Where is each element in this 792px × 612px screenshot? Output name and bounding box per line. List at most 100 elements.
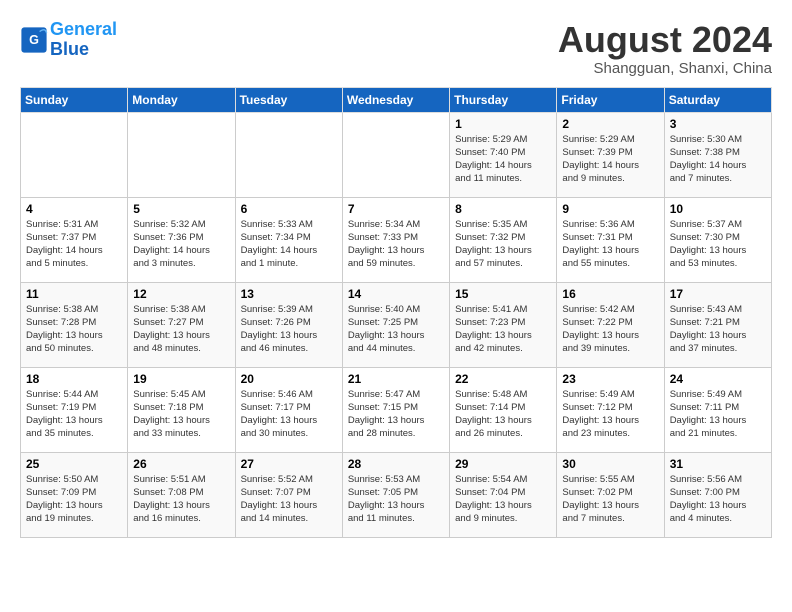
calendar-cell: 17 Sunrise: 5:43 AM Sunset: 7:21 PM Dayli… [664, 282, 771, 367]
logo-line2: Blue [50, 39, 89, 59]
day-info: Sunrise: 5:32 AM Sunset: 7:36 PM Dayligh… [133, 218, 229, 271]
calendar-cell: 21 Sunrise: 5:47 AM Sunset: 7:15 PM Dayli… [342, 367, 449, 452]
day-info: Sunrise: 5:37 AM Sunset: 7:30 PM Dayligh… [670, 218, 766, 271]
calendar-cell: 28Sunrise: 5:53 AM Sunset: 7:05 PM Dayli… [342, 452, 449, 537]
day-number: 26 [133, 457, 229, 471]
day-info: Sunrise: 5:43 AM Sunset: 7:21 PM Dayligh… [670, 303, 766, 356]
logo-line1: General [50, 19, 117, 39]
day-number: 31 [670, 457, 766, 471]
calendar-cell: 2 Sunrise: 5:29 AM Sunset: 7:39 PM Daylig… [557, 112, 664, 197]
day-info: Sunrise: 5:29 AM Sunset: 7:39 PM Dayligh… [562, 133, 658, 186]
day-info: Sunrise: 5:42 AM Sunset: 7:22 PM Dayligh… [562, 303, 658, 356]
day-info: Sunrise: 5:53 AM Sunset: 7:05 PM Dayligh… [348, 473, 444, 526]
title-area: August 2024 Shangguan, Shanxi, China [558, 20, 772, 77]
week-row-1: 1 Sunrise: 5:29 AM Sunset: 7:40 PM Daylig… [21, 112, 772, 197]
calendar-cell [21, 112, 128, 197]
logo-icon: G [20, 26, 48, 54]
day-number: 29 [455, 457, 551, 471]
day-number: 24 [670, 372, 766, 386]
day-number: 10 [670, 202, 766, 216]
calendar-cell: 31 Sunrise: 5:56 AM Sunset: 7:00 PM Dayli… [664, 452, 771, 537]
day-info: Sunrise: 5:48 AM Sunset: 7:14 PM Dayligh… [455, 388, 551, 441]
calendar-cell: 3Sunrise: 5:30 AM Sunset: 7:38 PM Daylig… [664, 112, 771, 197]
day-number: 1 [455, 117, 551, 131]
day-info: Sunrise: 5:54 AM Sunset: 7:04 PM Dayligh… [455, 473, 551, 526]
day-number: 22 [455, 372, 551, 386]
weekday-header-tuesday: Tuesday [235, 87, 342, 112]
calendar-cell [342, 112, 449, 197]
day-number: 30 [562, 457, 658, 471]
day-info: Sunrise: 5:39 AM Sunset: 7:26 PM Dayligh… [241, 303, 337, 356]
calendar-cell: 6Sunrise: 5:33 AM Sunset: 7:34 PM Daylig… [235, 197, 342, 282]
day-info: Sunrise: 5:49 AM Sunset: 7:11 PM Dayligh… [670, 388, 766, 441]
calendar-cell: 4 Sunrise: 5:31 AM Sunset: 7:37 PM Daylig… [21, 197, 128, 282]
calendar-cell: 7 Sunrise: 5:34 AM Sunset: 7:33 PM Daylig… [342, 197, 449, 282]
day-info: Sunrise: 5:40 AM Sunset: 7:25 PM Dayligh… [348, 303, 444, 356]
day-number: 14 [348, 287, 444, 301]
day-info: Sunrise: 5:36 AM Sunset: 7:31 PM Dayligh… [562, 218, 658, 271]
day-info: Sunrise: 5:34 AM Sunset: 7:33 PM Dayligh… [348, 218, 444, 271]
day-number: 20 [241, 372, 337, 386]
day-number: 7 [348, 202, 444, 216]
calendar-cell: 15Sunrise: 5:41 AM Sunset: 7:23 PM Dayli… [450, 282, 557, 367]
calendar-header: SundayMondayTuesdayWednesdayThursdayFrid… [21, 87, 772, 112]
calendar-cell: 12Sunrise: 5:38 AM Sunset: 7:27 PM Dayli… [128, 282, 235, 367]
day-number: 2 [562, 117, 658, 131]
day-info: Sunrise: 5:45 AM Sunset: 7:18 PM Dayligh… [133, 388, 229, 441]
calendar-cell: 5 Sunrise: 5:32 AM Sunset: 7:36 PM Daylig… [128, 197, 235, 282]
day-number: 25 [26, 457, 122, 471]
calendar-cell: 26 Sunrise: 5:51 AM Sunset: 7:08 PM Dayli… [128, 452, 235, 537]
calendar-cell: 25 Sunrise: 5:50 AM Sunset: 7:09 PM Dayli… [21, 452, 128, 537]
day-info: Sunrise: 5:46 AM Sunset: 7:17 PM Dayligh… [241, 388, 337, 441]
weekday-header-thursday: Thursday [450, 87, 557, 112]
day-number: 15 [455, 287, 551, 301]
weekday-header-wednesday: Wednesday [342, 87, 449, 112]
day-info: Sunrise: 5:56 AM Sunset: 7:00 PM Dayligh… [670, 473, 766, 526]
calendar-cell: 30Sunrise: 5:55 AM Sunset: 7:02 PM Dayli… [557, 452, 664, 537]
calendar-cell: 22 Sunrise: 5:48 AM Sunset: 7:14 PM Dayli… [450, 367, 557, 452]
weekday-header-friday: Friday [557, 87, 664, 112]
week-row-5: 25 Sunrise: 5:50 AM Sunset: 7:09 PM Dayli… [21, 452, 772, 537]
weekday-header-saturday: Saturday [664, 87, 771, 112]
calendar-cell: 16 Sunrise: 5:42 AM Sunset: 7:22 PM Dayli… [557, 282, 664, 367]
weekday-header-sunday: Sunday [21, 87, 128, 112]
day-number: 5 [133, 202, 229, 216]
logo-text: General Blue [50, 20, 117, 60]
day-number: 8 [455, 202, 551, 216]
day-number: 17 [670, 287, 766, 301]
day-number: 18 [26, 372, 122, 386]
day-info: Sunrise: 5:38 AM Sunset: 7:28 PM Dayligh… [26, 303, 122, 356]
calendar-body: 1 Sunrise: 5:29 AM Sunset: 7:40 PM Daylig… [21, 112, 772, 537]
day-number: 4 [26, 202, 122, 216]
week-row-2: 4 Sunrise: 5:31 AM Sunset: 7:37 PM Daylig… [21, 197, 772, 282]
header: G General Blue August 2024 Shangguan, Sh… [20, 20, 772, 77]
day-number: 19 [133, 372, 229, 386]
calendar-cell: 27Sunrise: 5:52 AM Sunset: 7:07 PM Dayli… [235, 452, 342, 537]
day-info: Sunrise: 5:51 AM Sunset: 7:08 PM Dayligh… [133, 473, 229, 526]
day-info: Sunrise: 5:31 AM Sunset: 7:37 PM Dayligh… [26, 218, 122, 271]
calendar-cell: 10 Sunrise: 5:37 AM Sunset: 7:30 PM Dayli… [664, 197, 771, 282]
calendar-cell: 23Sunrise: 5:49 AM Sunset: 7:12 PM Dayli… [557, 367, 664, 452]
day-number: 3 [670, 117, 766, 131]
day-number: 16 [562, 287, 658, 301]
calendar-cell: 11 Sunrise: 5:38 AM Sunset: 7:28 PM Dayli… [21, 282, 128, 367]
calendar-table: SundayMondayTuesdayWednesdayThursdayFrid… [20, 87, 772, 538]
day-number: 12 [133, 287, 229, 301]
day-info: Sunrise: 5:50 AM Sunset: 7:09 PM Dayligh… [26, 473, 122, 526]
calendar-cell [128, 112, 235, 197]
day-info: Sunrise: 5:52 AM Sunset: 7:07 PM Dayligh… [241, 473, 337, 526]
calendar-cell: 29 Sunrise: 5:54 AM Sunset: 7:04 PM Dayli… [450, 452, 557, 537]
weekday-header-row: SundayMondayTuesdayWednesdayThursdayFrid… [21, 87, 772, 112]
calendar-cell: 13Sunrise: 5:39 AM Sunset: 7:26 PM Dayli… [235, 282, 342, 367]
subtitle: Shangguan, Shanxi, China [558, 60, 772, 77]
week-row-3: 11 Sunrise: 5:38 AM Sunset: 7:28 PM Dayli… [21, 282, 772, 367]
calendar-cell: 1 Sunrise: 5:29 AM Sunset: 7:40 PM Daylig… [450, 112, 557, 197]
day-info: Sunrise: 5:29 AM Sunset: 7:40 PM Dayligh… [455, 133, 551, 186]
month-title: August 2024 [558, 20, 772, 60]
calendar-cell: 18Sunrise: 5:44 AM Sunset: 7:19 PM Dayli… [21, 367, 128, 452]
day-info: Sunrise: 5:47 AM Sunset: 7:15 PM Dayligh… [348, 388, 444, 441]
day-number: 21 [348, 372, 444, 386]
calendar-cell: 8Sunrise: 5:35 AM Sunset: 7:32 PM Daylig… [450, 197, 557, 282]
day-number: 11 [26, 287, 122, 301]
logo: G General Blue [20, 20, 117, 60]
